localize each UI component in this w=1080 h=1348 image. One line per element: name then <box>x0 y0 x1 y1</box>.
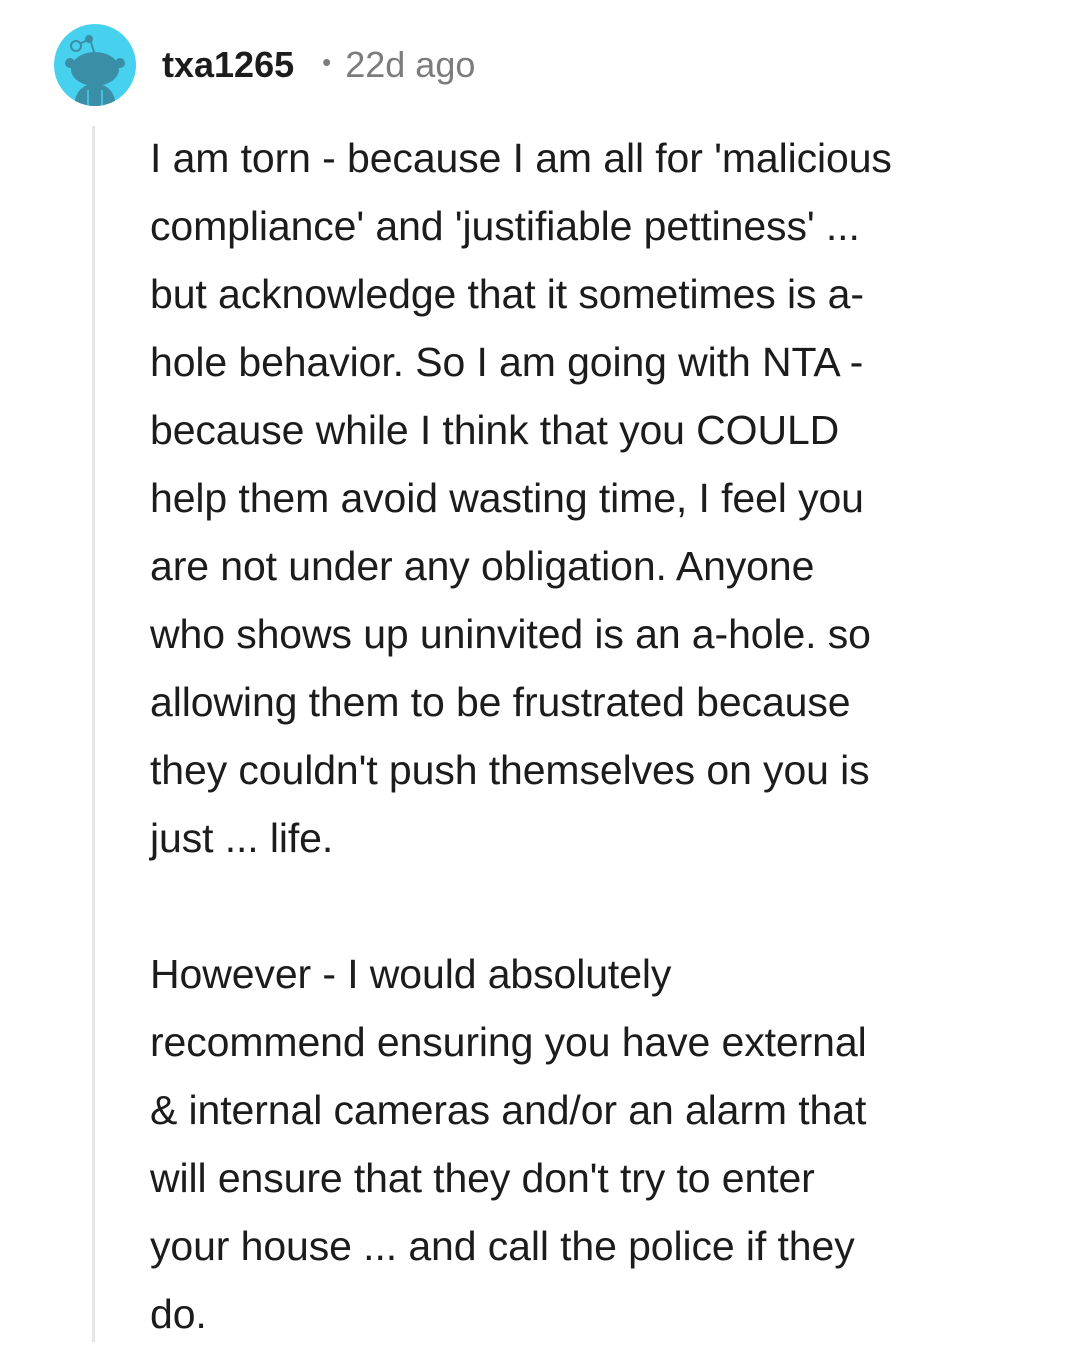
reddit-snoo-avatar-icon <box>65 35 125 106</box>
comment-paragraph: I am torn - because I am all for 'malici… <box>150 135 892 861</box>
comment-header: txa1265 • 22d ago <box>162 40 475 90</box>
comment: txa1265 • 22d ago I am torn - because I … <box>0 0 1080 1342</box>
comment-body: I am torn - because I am all for 'malici… <box>150 124 1030 1348</box>
thread-collapse-line[interactable] <box>92 126 95 1342</box>
username[interactable]: txa1265 <box>162 44 294 86</box>
timestamp: 22d ago <box>345 44 476 85</box>
comment-paragraph: However - I would absolutely recommend e… <box>150 951 867 1337</box>
avatar[interactable] <box>54 24 136 106</box>
separator-dot: • <box>322 46 332 77</box>
